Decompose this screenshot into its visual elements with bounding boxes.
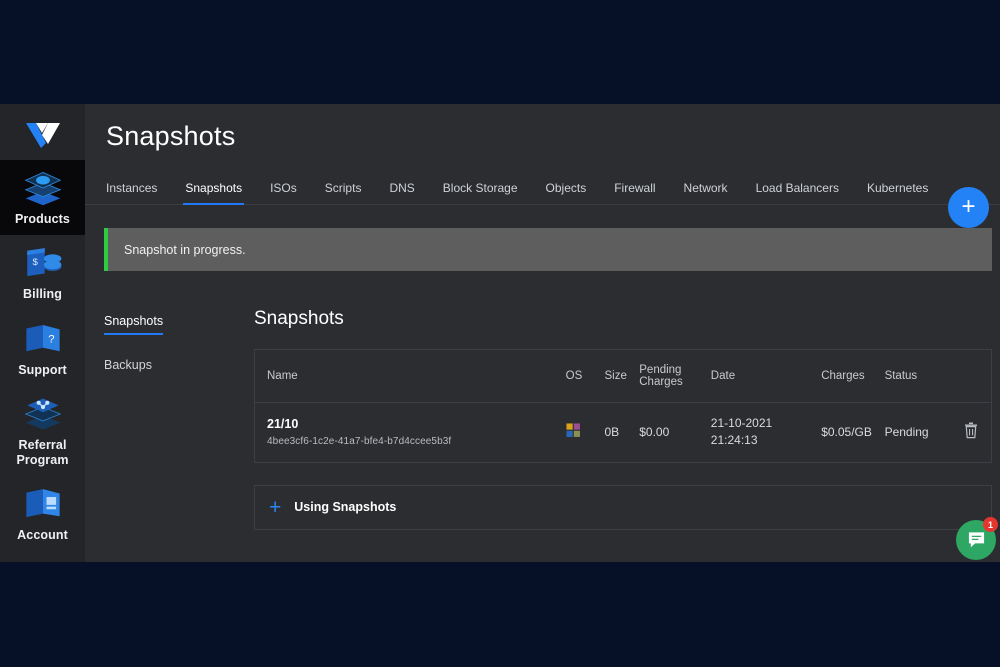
tab-block-storage[interactable]: Block Storage [429, 181, 532, 204]
table-body: 21/10 4bee3cf6-1c2e-41a7-bfe4-b7d4ccee5b… [255, 403, 991, 462]
sidebar-item-backups[interactable]: Backups [104, 358, 152, 377]
tab-objects[interactable]: Objects [532, 181, 601, 204]
tab-network[interactable]: Network [670, 181, 742, 204]
table-header-row: Name OS Size Pending Charges Date Charge… [255, 350, 991, 403]
cell-pending-charges: $0.00 [639, 425, 670, 440]
trash-icon-glyph [964, 422, 977, 439]
vultr-logo-icon[interactable] [0, 110, 85, 160]
accordion-label: Using Snapshots [294, 500, 397, 515]
chat-widget-button[interactable]: 1 [956, 517, 998, 560]
column-header-name: Name [255, 350, 562, 403]
status-banner: Snapshot in progress. [104, 228, 992, 271]
add-button[interactable]: + [948, 187, 989, 228]
layers-icon [24, 171, 61, 206]
column-header-date: Date [706, 350, 818, 403]
desktop-background: Products $ Billing ? Support Referral Pr… [0, 0, 1000, 667]
sidebar-item-billing[interactable]: $ Billing [0, 235, 85, 310]
section-title: Snapshots [254, 308, 344, 329]
secondary-sidebar: Snapshots Backups [104, 308, 254, 530]
plus-icon: + [269, 495, 282, 519]
billing-coins-icon: $ [26, 248, 61, 277]
cell-charges: $0.05/GB [821, 425, 872, 440]
column-header-size: Size [600, 350, 636, 403]
snapshots-table: Name OS Size Pending Charges Date Charge… [255, 350, 991, 462]
tab-instances[interactable]: Instances [106, 181, 171, 204]
column-header-status: Status [880, 350, 951, 403]
column-header-actions [950, 350, 991, 403]
tab-load-balancers[interactable]: Load Balancers [742, 181, 853, 204]
main-content: Snapshots Instances Snapshots ISOs Scrip… [85, 104, 1000, 562]
chat-unread-badge: 1 [983, 517, 998, 532]
sidebar-item-account[interactable]: Account [0, 476, 85, 551]
chat-bubble-icon [968, 532, 984, 548]
column-header-os: OS [561, 350, 601, 403]
sidebar-item-label: Referral Program [16, 438, 69, 467]
vultr-logo-glyph [25, 123, 60, 148]
trash-icon[interactable] [964, 422, 978, 442]
cell-actions [950, 403, 991, 462]
tab-scripts[interactable]: Scripts [311, 181, 376, 204]
snapshots-table-card: Name OS Size Pending Charges Date Charge… [254, 349, 992, 463]
plus-icon: + [961, 192, 976, 220]
snapshot-name: 21/10 [267, 417, 299, 432]
tab-snapshots[interactable]: Snapshots [171, 181, 256, 205]
cell-name: 21/10 4bee3cf6-1c2e-41a7-bfe4-b7d4ccee5b… [255, 403, 562, 462]
tab-dns[interactable]: DNS [375, 181, 428, 204]
column-header-charges: Charges [817, 350, 881, 403]
snapshot-time: 21:24:13 [710, 433, 758, 448]
sidebar-item-label: Products [15, 212, 70, 226]
using-snapshots-accordion[interactable]: + Using Snapshots [254, 484, 992, 530]
sidebar-item-referral-program[interactable]: Referral Program [0, 386, 85, 476]
status-badge: Pending [884, 425, 929, 440]
snapshot-uuid: 4bee3cf6-1c2e-41a7-bfe4-b7d4ccee5b3f [267, 436, 452, 448]
sidebar-item-support[interactable]: ? Support [0, 311, 85, 386]
cell-size: 0B [604, 425, 620, 440]
cell-os [562, 403, 601, 462]
referral-share-icon [24, 398, 61, 430]
sidebar-item-products[interactable]: Products [0, 160, 94, 236]
account-card-icon [25, 489, 60, 517]
page-title: Snapshots [106, 121, 236, 151]
support-question-icon: ? [25, 324, 60, 351]
primary-sidebar: Products $ Billing ? Support Referral Pr… [0, 104, 94, 562]
tab-isos[interactable]: ISOs [256, 181, 311, 204]
app-window: Products $ Billing ? Support Referral Pr… [0, 104, 1000, 562]
svg-text:$: $ [32, 257, 38, 268]
svg-text:?: ? [48, 333, 54, 345]
snapshot-date: 21-10-2021 [710, 416, 773, 430]
column-header-pending-charges-line2: Charges [639, 376, 683, 388]
tab-kubernetes[interactable]: Kubernetes [853, 181, 942, 204]
sidebar-item-label: Account [17, 527, 68, 542]
snapshots-panel: Snapshots Name OS Size Pending Charges D… [254, 308, 1000, 530]
tab-firewall[interactable]: Firewall [600, 181, 669, 204]
sidebar-item-label: Support [18, 362, 67, 377]
content-body: Snapshots Backups Snapshots Name OS Size… [85, 271, 1000, 530]
windows-icon [566, 423, 580, 438]
product-tabs: Instances Snapshots ISOs Scripts DNS Blo… [85, 169, 1000, 205]
sidebar-item-label: Billing [23, 287, 62, 302]
status-banner-text: Snapshot in progress. [124, 242, 246, 257]
table-row[interactable]: 21/10 4bee3cf6-1c2e-41a7-bfe4-b7d4ccee5b… [255, 403, 991, 462]
table-header: Name OS Size Pending Charges Date Charge… [255, 350, 991, 403]
sidebar-item-snapshots[interactable]: Snapshots [104, 314, 164, 335]
cell-date: 21-10-2021 21:24:13 [707, 403, 817, 462]
column-header-pending-charges-line1: Pending [639, 364, 682, 376]
column-header-pending-charges: Pending Charges [635, 350, 707, 403]
